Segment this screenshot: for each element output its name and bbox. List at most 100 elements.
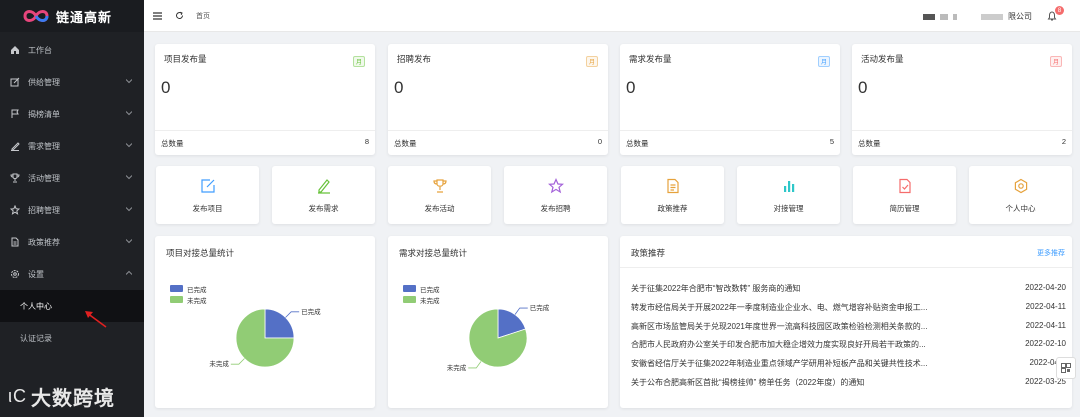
quick-action-label: 发布招聘	[540, 204, 571, 213]
policy-row[interactable]: 安徽省经信厅关于征集2022年制造业重点领域产学研用补短板产品和关键共性技术..…	[631, 358, 1066, 368]
quick-profile[interactable]: 个人中心	[969, 166, 1072, 224]
chevron-down-icon	[126, 239, 132, 244]
policy-row[interactable]: 高新区市场监管局关于兑现2021年度世界一流高科技园区政策检验检测相关条款的..…	[631, 321, 1066, 331]
pie-slice-label: 已完成	[530, 303, 550, 312]
redacted-text	[940, 13, 948, 20]
stat-footer-label: 总数量	[858, 139, 881, 148]
trophy-icon	[433, 179, 447, 193]
redacted-text	[923, 13, 935, 20]
policy-title: 高新区市场监管局关于兑现2021年度世界一流高科技园区政策检验检测相关条款的..…	[631, 322, 928, 331]
qr-code-button[interactable]	[1056, 357, 1076, 379]
stat-title: 项目发布量	[164, 54, 207, 64]
sidebar-item-label: 活动管理	[28, 173, 60, 183]
sidebar-subitem-cert-records[interactable]: 认证记录	[0, 322, 144, 354]
stat-value: 0	[161, 78, 171, 97]
stat-value: 0	[626, 78, 636, 97]
quick-action-label: 个人中心	[1005, 204, 1036, 213]
notification-badge: 8	[1055, 6, 1064, 15]
sidebar-item-label: 政策推荐	[28, 237, 60, 247]
company-name-suffix: 限公司	[1008, 12, 1032, 21]
policy-row[interactable]: 转发市经信局关于开展2022年一季度制造业企业水、电、燃气增容补贴资金申报工..…	[631, 302, 1066, 312]
stat-card-recruit: 招聘发布 月 0 总数量 0	[388, 44, 608, 155]
panel-title: 政策推荐	[631, 248, 666, 258]
gear-icon	[1014, 178, 1028, 194]
sidebar-item-workbench[interactable]: 工作台	[0, 34, 144, 66]
divider	[852, 130, 1072, 131]
redacted-text	[981, 13, 1003, 20]
sidebar-item-supply[interactable]: 供给管理	[0, 66, 144, 98]
logo-icon	[23, 10, 49, 22]
period-tag: 月	[353, 56, 365, 67]
quick-resume[interactable]: 简历管理	[853, 166, 956, 224]
stat-total: 5	[829, 137, 834, 146]
stat-footer-label: 总数量	[161, 139, 184, 148]
sidebar-item-recruit[interactable]: 招聘管理	[0, 194, 144, 226]
top-bar: 首页 限公司 8	[144, 0, 1080, 32]
qr-code-icon	[1061, 363, 1071, 373]
document-icon	[10, 237, 20, 247]
period-tag: 月	[586, 56, 598, 67]
sidebar-subitem-label: 认证记录	[20, 333, 52, 343]
policy-row[interactable]: 关于征集2022年合肥市“智改数转” 服务商的通知 2022-04-20	[631, 283, 1066, 293]
chevron-down-icon	[126, 111, 132, 116]
quick-publish-recruit[interactable]: 发布招聘	[504, 166, 607, 224]
more-recommendations-link[interactable]: 更多推荐	[1037, 248, 1065, 258]
gear-icon	[10, 269, 20, 279]
sidebar-item-list[interactable]: 揭榜清单	[0, 98, 144, 130]
sidebar-item-activity[interactable]: 活动管理	[0, 162, 144, 194]
edit-icon	[10, 77, 20, 87]
star-icon	[10, 205, 20, 215]
chevron-down-icon	[126, 143, 132, 148]
menu-toggle-icon[interactable]	[152, 11, 162, 21]
divider	[620, 267, 1072, 268]
sidebar-item-demand[interactable]: 需求管理	[0, 130, 144, 162]
document-icon	[667, 178, 679, 194]
stat-footer-label: 总数量	[626, 139, 649, 148]
stat-card-projects: 项目发布量 月 0 总数量 8	[155, 44, 375, 155]
brand-logo[interactable]: 链通高新	[0, 0, 144, 32]
trophy-icon	[10, 173, 20, 183]
policy-date: 2022-02-10	[1025, 339, 1066, 348]
chevron-down-icon	[126, 79, 132, 84]
refresh-icon[interactable]	[174, 11, 184, 21]
stat-total: 0	[597, 137, 602, 146]
pie-chart: 已完成未完成	[209, 307, 321, 368]
pie-slice-label: 未完成	[447, 363, 467, 372]
quick-action-label: 政策推荐	[657, 204, 688, 213]
policy-title: 转发市经信局关于开展2022年一季度制造业企业水、电、燃气增容补贴资金申报工..…	[631, 303, 928, 312]
stat-card-activity: 活动发布量 月 0 总数量 2	[852, 44, 1072, 155]
quick-action-label: 发布需求	[308, 204, 339, 213]
quick-publish-project[interactable]: 发布项目	[156, 166, 259, 224]
pie-chart: 已完成未完成	[447, 303, 550, 372]
policy-row[interactable]: 合肥市人民政府办公室关于印发合肥市加大稳企增效力度实现良好开局若干政策的... 2…	[631, 339, 1066, 349]
breadcrumb[interactable]: 首页	[196, 11, 210, 21]
watermark-text: 大数跨境	[31, 388, 115, 410]
sidebar-subitem-profile[interactable]: 个人中心	[0, 290, 144, 322]
quick-publish-activity[interactable]: 发布活动	[388, 166, 491, 224]
sidebar-item-label: 招聘管理	[28, 205, 60, 215]
divider	[388, 130, 608, 131]
chevron-down-icon	[126, 175, 132, 180]
quick-action-label: 对接管理	[773, 204, 804, 213]
quick-policy[interactable]: 政策推荐	[621, 166, 724, 224]
checked-file-icon	[899, 178, 911, 194]
company-name[interactable]: 限公司	[923, 11, 1032, 22]
quick-publish-demand[interactable]: 发布需求	[272, 166, 375, 224]
stat-value: 0	[858, 78, 868, 97]
redacted-text	[953, 13, 957, 20]
pie-label-line	[230, 358, 245, 365]
period-tag: 月	[1050, 56, 1062, 67]
stat-total: 8	[364, 137, 369, 146]
stat-title: 招聘发布	[397, 54, 432, 64]
sidebar-item-settings[interactable]: 设置	[0, 258, 144, 290]
sidebar-item-label: 设置	[28, 269, 44, 279]
policy-row[interactable]: 关于公布合肥高新区首批“揭榜挂帅” 榜单任务（2022年度）的通知 2022-03…	[631, 377, 1066, 387]
pie-label-line	[468, 361, 482, 369]
sidebar-item-policy[interactable]: 政策推荐	[0, 226, 144, 258]
policy-panel: 政策推荐 更多推荐 关于征集2022年合肥市“智改数转” 服务商的通知 2022-…	[620, 236, 1072, 408]
quick-matching[interactable]: 对接管理	[737, 166, 840, 224]
stat-title: 需求发布量	[629, 54, 672, 64]
stat-title: 活动发布量	[861, 54, 904, 64]
stat-total: 2	[1061, 137, 1066, 146]
watermark-logo: ιC	[8, 386, 27, 406]
